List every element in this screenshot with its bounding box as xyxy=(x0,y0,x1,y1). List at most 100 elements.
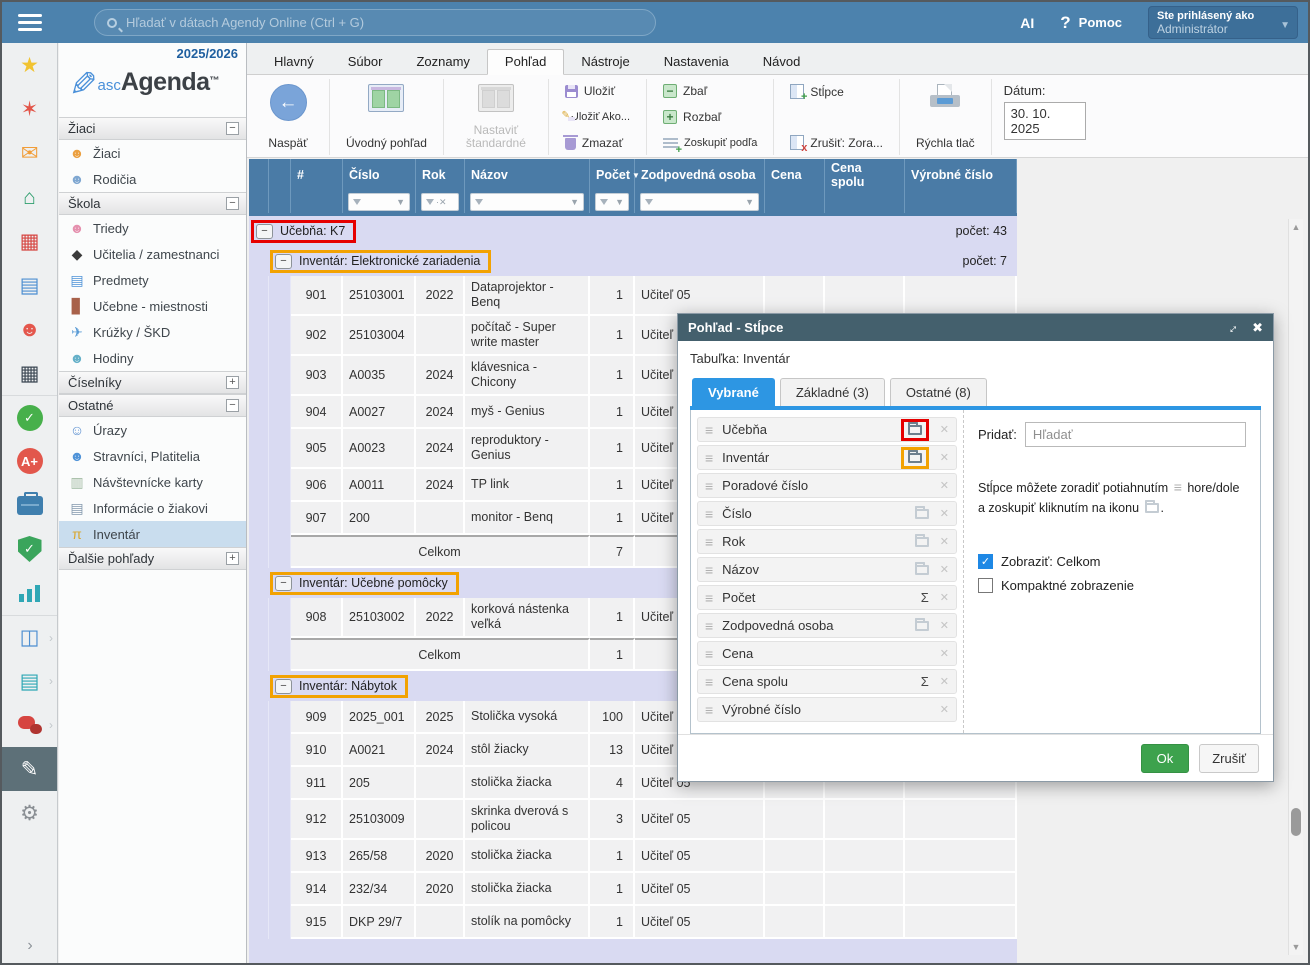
sidebar-item-invent-r[interactable]: πInventár xyxy=(59,521,246,547)
folder-group-icon[interactable] xyxy=(908,425,922,435)
dialog-titlebar[interactable]: Pohľad - Stĺpce ↔ ✖ xyxy=(678,314,1273,341)
drag-handle-icon[interactable]: ≡ xyxy=(705,422,713,438)
column-item-cena[interactable]: ≡Cena✕ xyxy=(697,641,957,666)
chat-icon[interactable]: › xyxy=(2,703,57,747)
column-header-Počet[interactable]: Počet▼ xyxy=(590,159,635,191)
global-search[interactable] xyxy=(94,9,656,36)
app-logo[interactable]: ✎ascAgenda™ xyxy=(59,61,246,117)
school-year[interactable]: 2025/2026 xyxy=(59,43,246,61)
search-input[interactable] xyxy=(126,15,643,30)
sidebar-section-žiaci[interactable]: Žiaci− xyxy=(59,117,246,140)
table-row[interactable]: 914232/342020stolička žiacka1Učiteľ 05 xyxy=(249,873,1017,906)
collapse-group-button[interactable]: − xyxy=(256,224,273,239)
drag-handle-icon[interactable]: ≡ xyxy=(705,534,713,550)
folder-group-icon[interactable] xyxy=(915,537,929,547)
close-icon[interactable]: ✖ xyxy=(1252,320,1263,336)
column-item-u-eb-a[interactable]: ≡Učebňa✕ xyxy=(697,417,957,442)
sum-icon[interactable]: Σ xyxy=(921,591,929,604)
help-button[interactable]: ? Pomoc xyxy=(1060,13,1122,33)
shield-check-icon[interactable]: ✓ xyxy=(2,527,57,571)
column-search-input[interactable] xyxy=(1025,422,1246,447)
hamburger-menu-icon[interactable] xyxy=(2,14,58,31)
sidebar-item-u-itelia-zamestnanci[interactable]: ◆Učitelia / zamestnanci xyxy=(59,241,246,267)
dialog-tab-z-kladn-3-[interactable]: Základné (3) xyxy=(780,378,885,406)
column-header-Výrobné číslo[interactable]: Výrobné číslo xyxy=(905,159,1017,191)
sidebar-section-číselníky[interactable]: Číselníky+ xyxy=(59,371,246,394)
dialog-tab-ostatn-8-[interactable]: Ostatné (8) xyxy=(890,378,987,406)
bar-chart-icon[interactable] xyxy=(2,571,57,615)
set-standard-button[interactable]: Nastaviť štandardné xyxy=(454,81,538,153)
folder-group-icon[interactable] xyxy=(915,509,929,519)
check-circle-icon[interactable]: ✓ xyxy=(2,395,57,439)
table-row[interactable]: 901251030012022Dataprojektor - Benq1Učit… xyxy=(249,276,1017,316)
save-as-button[interactable]: ✎ Uložiť Ako... xyxy=(561,109,634,125)
collapse-toggle-icon[interactable]: − xyxy=(226,197,239,210)
collapse-group-button[interactable]: − xyxy=(275,254,292,269)
drag-handle-icon[interactable]: ≡ xyxy=(705,450,713,466)
sidebar-item-rodi-ia[interactable]: ☻Rodičia xyxy=(59,166,246,192)
mail-icon[interactable]: ✉ xyxy=(2,131,57,175)
vertical-scrollbar[interactable]: ▲ ▼ xyxy=(1288,219,1303,955)
drag-handle-icon[interactable]: ≡ xyxy=(705,506,713,522)
column-header-#[interactable]: # xyxy=(291,159,343,191)
back-button[interactable]: ← Naspäť xyxy=(257,81,319,153)
drag-handle-icon[interactable]: ≡ xyxy=(705,478,713,494)
sidebar-item-hodiny[interactable]: ☻Hodiny xyxy=(59,345,246,371)
filter-rok[interactable]: ·✕ xyxy=(421,193,459,211)
columns-button[interactable]: Stĺpce xyxy=(786,82,887,101)
remove-column-icon[interactable]: ✕ xyxy=(940,535,949,548)
grades-icon[interactable]: A+ xyxy=(2,439,57,483)
column-header-indent[interactable] xyxy=(249,159,269,191)
cancel-button[interactable]: Zrušiť xyxy=(1199,744,1259,773)
collapse-toggle-icon[interactable]: − xyxy=(226,122,239,135)
filter-počet[interactable]: ▼ xyxy=(595,193,629,211)
column-item-v-robn-slo[interactable]: ≡Výrobné číslo✕ xyxy=(697,697,957,722)
notebook-icon[interactable]: ▤ xyxy=(2,263,57,307)
folder-group-icon[interactable] xyxy=(915,621,929,631)
remove-column-icon[interactable]: ✕ xyxy=(940,423,949,436)
ok-button[interactable]: Ok xyxy=(1141,744,1190,773)
column-header-Cena[interactable]: Cena xyxy=(765,159,825,191)
date-input[interactable]: 30. 10. 2025 xyxy=(1004,102,1086,140)
sidebar-section-ďalšie pohľady[interactable]: Ďalšie pohľady+ xyxy=(59,547,246,570)
column-item-invent-r[interactable]: ≡Inventár✕ xyxy=(697,445,957,470)
column-header-Názov[interactable]: Názov xyxy=(465,159,590,191)
favorites-star-icon[interactable]: ★ xyxy=(2,43,57,87)
drag-handle-icon[interactable]: ≡ xyxy=(705,562,713,578)
collapse-button[interactable]: − Zbaľ xyxy=(659,82,761,100)
sidebar-item-inform-cie-o-iakovi[interactable]: ▤Informácie o žiakovi xyxy=(59,495,246,521)
sidebar-section-ostatné[interactable]: Ostatné− xyxy=(59,394,246,417)
column-item-rok[interactable]: ≡Rok✕ xyxy=(697,529,957,554)
sidebar-section-škola[interactable]: Škola− xyxy=(59,192,246,215)
column-item-cena-spolu[interactable]: ≡Cena spoluΣ✕ xyxy=(697,669,957,694)
drag-handle-icon[interactable]: ≡ xyxy=(705,618,713,634)
drag-handle-icon[interactable]: ≡ xyxy=(705,590,713,606)
sidebar-item-triedy[interactable]: ☻Triedy xyxy=(59,215,246,241)
sum-icon[interactable]: Σ xyxy=(921,675,929,688)
agenda-pen-icon[interactable]: ✎ xyxy=(2,747,57,791)
drag-handle-icon[interactable]: ≡ xyxy=(705,674,713,690)
drag-handle-icon[interactable]: ≡ xyxy=(705,646,713,662)
user-menu[interactable]: Ste prihlásený ako Administrátor ▼ xyxy=(1148,6,1298,39)
group-by-button[interactable]: Zoskupiť podľa xyxy=(659,134,761,152)
remove-column-icon[interactable]: ✕ xyxy=(940,647,949,660)
documents-icon[interactable]: ▤› xyxy=(2,659,57,703)
folder-group-icon[interactable] xyxy=(908,453,922,463)
show-total-checkbox[interactable]: ✓ Zobraziť: Celkom xyxy=(978,554,1246,569)
expand-button[interactable]: + Rozbaľ xyxy=(659,108,761,126)
save-button[interactable]: Uložiť xyxy=(561,82,634,100)
dialog-tab-vybran-[interactable]: Vybrané xyxy=(692,378,775,406)
remove-column-icon[interactable]: ✕ xyxy=(940,507,949,520)
settings-gear-icon[interactable]: ⚙ xyxy=(2,791,57,835)
remove-column-icon[interactable]: ✕ xyxy=(940,479,949,492)
menu-tab-hlavný[interactable]: Hlavný xyxy=(257,50,331,74)
compact-view-checkbox[interactable]: Kompaktné zobrazenie xyxy=(978,578,1246,593)
folder-group-icon[interactable] xyxy=(915,565,929,575)
calendar-icon[interactable]: ▦ xyxy=(2,219,57,263)
scroll-down-icon[interactable]: ▼ xyxy=(1289,942,1303,952)
collapse-toggle-icon[interactable]: − xyxy=(226,399,239,412)
table-row[interactable]: 913265/582020stolička žiacka1Učiteľ 05 xyxy=(249,840,1017,873)
ai-button[interactable]: AI xyxy=(1020,15,1034,31)
quick-print-button[interactable]: Rýchla tlač xyxy=(910,81,981,153)
column-header-Rok[interactable]: Rok xyxy=(416,159,465,191)
